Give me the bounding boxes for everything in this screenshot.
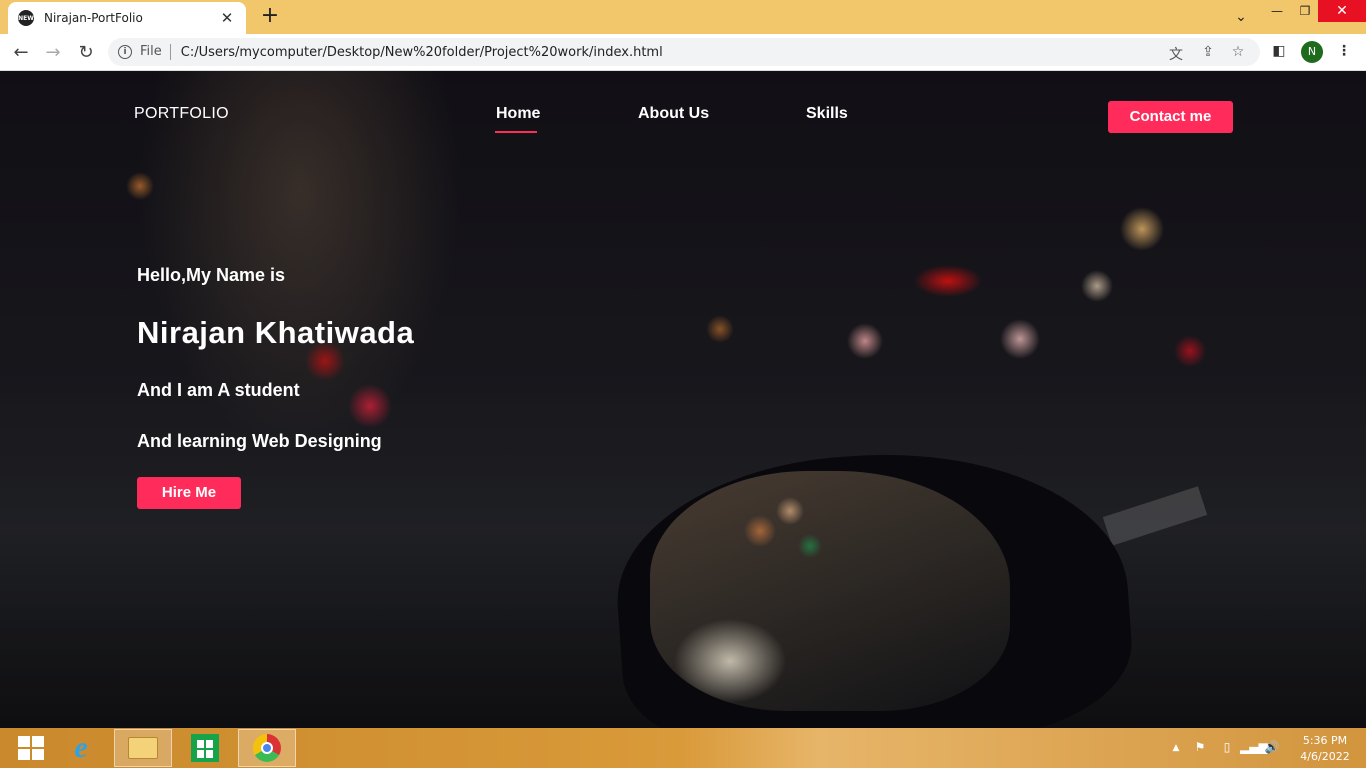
- nav-link-skills[interactable]: Skills: [806, 105, 848, 123]
- volume-icon[interactable]: 🔊: [1264, 740, 1280, 754]
- url-text[interactable]: C:/Users/mycomputer/Desktop/New%20folder…: [181, 45, 663, 60]
- forward-arrow-icon[interactable]: →: [40, 40, 66, 66]
- browser-toolbar: ← → ↻ i File C:/Users/mycomputer/Desktop…: [0, 34, 1366, 71]
- close-tab-icon[interactable]: ✕: [218, 9, 236, 27]
- clock-date: 4/6/2022: [1300, 750, 1350, 763]
- action-center-flag-icon[interactable]: ⚑: [1192, 740, 1208, 754]
- tab-strip: NEW Nirajan-PortFolio ✕ + ⌄ — ❐ ✕: [0, 0, 1366, 34]
- system-clock[interactable]: 5:36 PM 4/6/2022: [1290, 733, 1360, 765]
- minimize-icon[interactable]: —: [1262, 0, 1292, 22]
- nav-link-home[interactable]: Home: [496, 105, 540, 123]
- chrome-icon[interactable]: [238, 729, 296, 767]
- restore-icon[interactable]: ❐: [1292, 0, 1318, 22]
- favicon-icon: NEW: [18, 10, 34, 26]
- hero-name: Nirajan Khatiwada: [137, 315, 415, 350]
- scheme-label: File: [140, 44, 171, 60]
- menu-kebab-icon[interactable]: ⋮: [1334, 43, 1354, 59]
- network-signal-icon[interactable]: ▂▄▆: [1240, 740, 1268, 754]
- tab-active[interactable]: NEW Nirajan-PortFolio ✕: [8, 2, 246, 34]
- address-bar[interactable]: i File C:/Users/mycomputer/Desktop/New%2…: [108, 38, 1260, 66]
- side-panel-icon[interactable]: ◧: [1269, 43, 1289, 59]
- new-tab-button[interactable]: +: [258, 5, 282, 29]
- share-icon[interactable]: ⇪: [1198, 44, 1218, 60]
- show-hidden-icons-icon[interactable]: ▲: [1168, 743, 1184, 753]
- nav-link-about-us[interactable]: About Us: [638, 105, 709, 123]
- active-link-underline: [495, 131, 537, 133]
- tab-title: Nirajan-PortFolio: [44, 11, 143, 25]
- reload-icon[interactable]: ↻: [73, 40, 99, 66]
- file-explorer-icon[interactable]: [114, 729, 172, 767]
- contact-me-button[interactable]: Contact me: [1108, 101, 1233, 133]
- bookmark-star-icon[interactable]: ☆: [1228, 44, 1248, 60]
- hero-tagline-student: And I am A student: [137, 380, 300, 400]
- back-arrow-icon[interactable]: ←: [8, 40, 34, 66]
- clock-time: 5:36 PM: [1302, 734, 1348, 747]
- taskbar: e ▲ ⚑ ▯ ▂▄▆ 🔊 5:36 PM 4/6/2022: [0, 728, 1366, 768]
- tab-search-icon[interactable]: ⌄: [1228, 6, 1254, 28]
- site-logo[interactable]: PORTFOLIO: [134, 105, 229, 123]
- hero-tagline-web-design: And learning Web Designing: [137, 431, 382, 451]
- hero-section: PORTFOLIO Home About Us Skills Contact m…: [0, 71, 1366, 728]
- translate-icon[interactable]: 文: [1166, 44, 1186, 64]
- hero-greeting: Hello,My Name is: [137, 265, 286, 285]
- battery-icon[interactable]: ▯: [1219, 740, 1235, 754]
- site-info-icon[interactable]: i: [118, 45, 132, 59]
- profile-avatar[interactable]: N: [1301, 41, 1323, 63]
- internet-explorer-icon[interactable]: e: [52, 729, 110, 767]
- window-close-icon[interactable]: ✕: [1318, 0, 1366, 22]
- windows-logo-icon: [18, 736, 44, 760]
- store-icon[interactable]: [176, 729, 234, 767]
- hire-me-button[interactable]: Hire Me: [137, 477, 241, 509]
